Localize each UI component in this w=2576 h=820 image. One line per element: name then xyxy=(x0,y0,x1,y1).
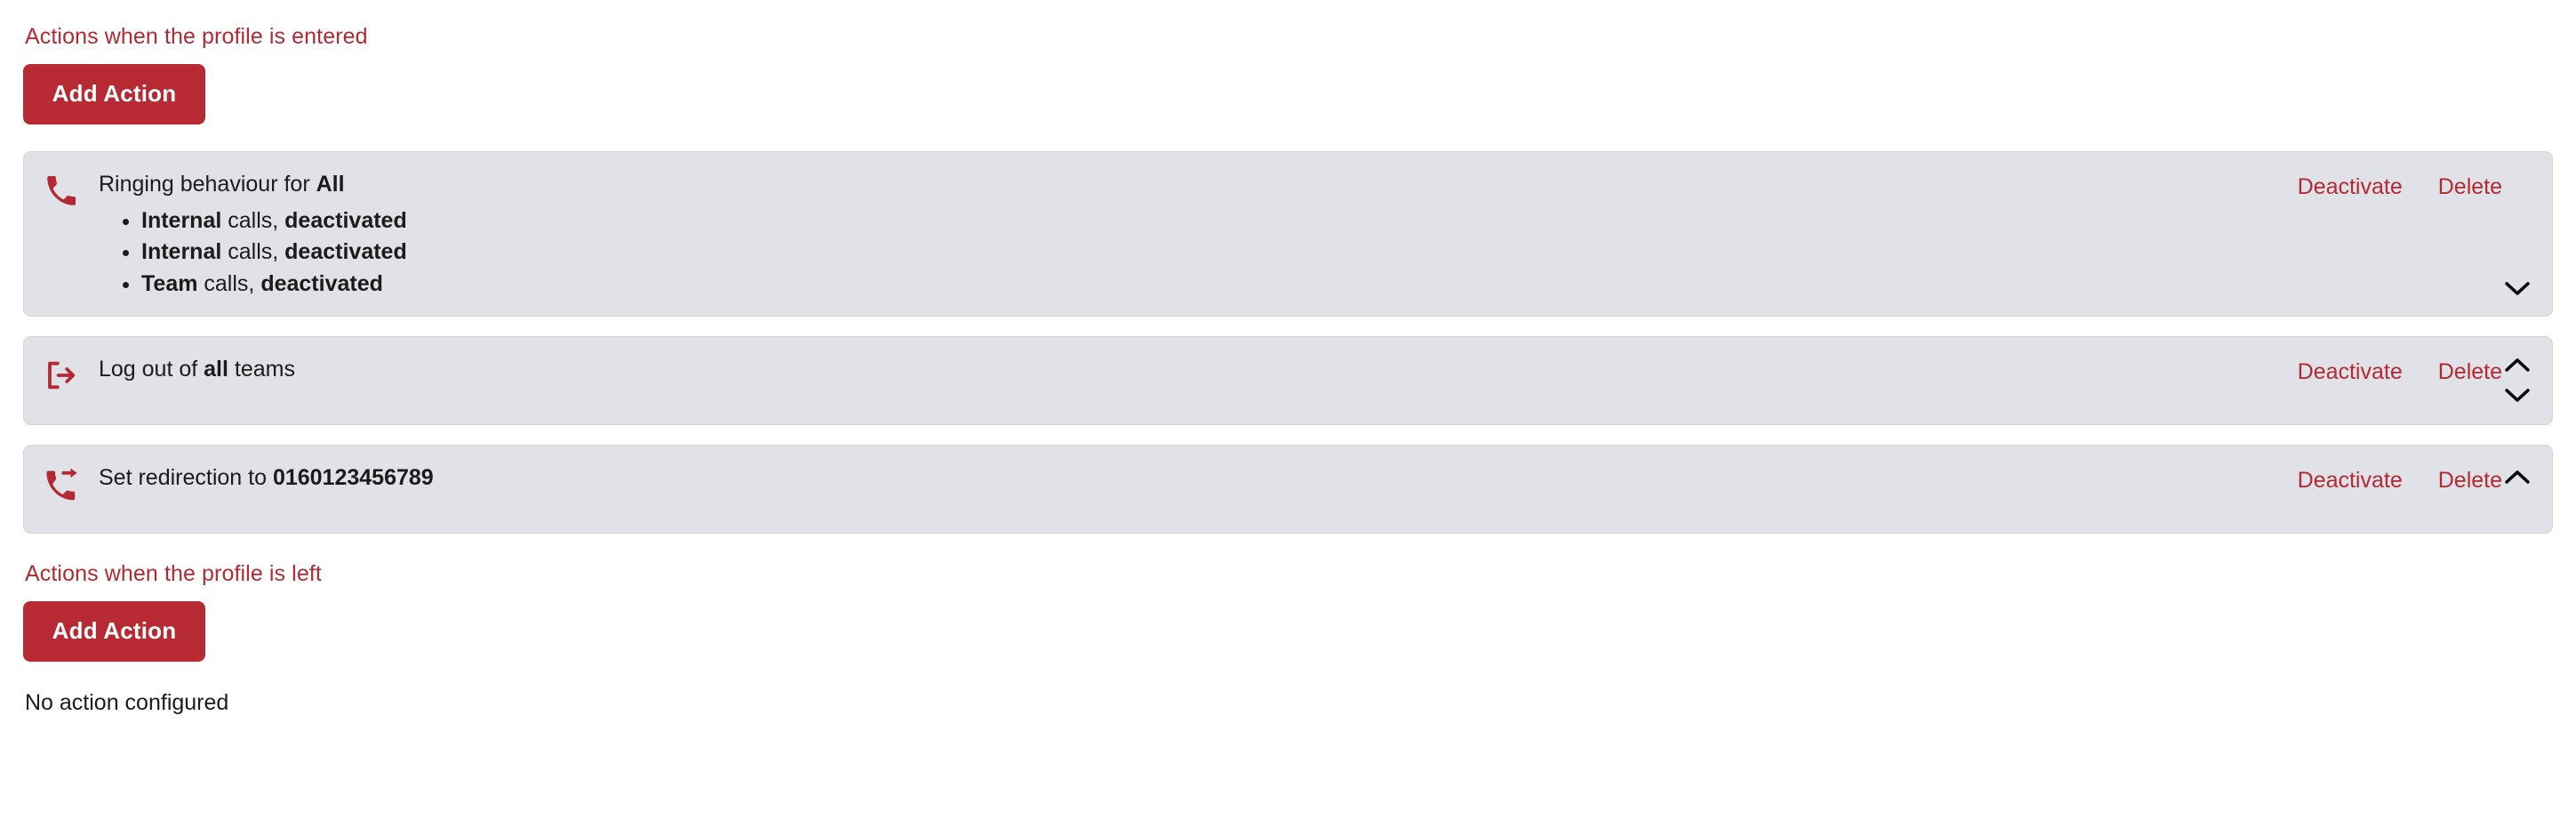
action-card-body: Set redirection to 0160123456789 xyxy=(99,462,2298,494)
no-action-configured-text: No action configured xyxy=(25,690,229,716)
sublist-strong-1: Team xyxy=(141,270,198,296)
action-card-reorder-controls xyxy=(2502,446,2532,533)
chevron-down-icon[interactable] xyxy=(2504,280,2531,298)
add-action-left-wrap: Add Action xyxy=(23,601,2553,663)
sublist-middle: calls, xyxy=(221,207,285,233)
sublist-strong-2: deactivated xyxy=(284,207,407,233)
action-title-strong: All xyxy=(316,172,345,197)
section-divider-space xyxy=(23,553,2553,560)
action-card-title: Set redirection to 0160123456789 xyxy=(99,463,2298,494)
action-card-title: Ringing behaviour for All xyxy=(99,170,2298,200)
action-title-strong: all xyxy=(204,357,228,382)
action-card-reorder-controls xyxy=(2502,152,2532,316)
sublist-strong-2: deactivated xyxy=(284,239,407,265)
delete-link[interactable]: Delete xyxy=(2438,467,2502,494)
action-card-title: Log out of all teams xyxy=(99,355,2298,385)
profile-actions-page: Actions when the profile is entered Add … xyxy=(0,0,2576,718)
action-title-prefix: Set redirection to xyxy=(99,465,273,491)
action-card-body: Ringing behaviour for All Internal calls… xyxy=(99,168,2298,300)
phone-icon xyxy=(44,173,83,207)
deactivate-link[interactable]: Deactivate xyxy=(2298,358,2403,385)
logout-icon xyxy=(44,358,83,392)
list-item: Team calls, deactivated xyxy=(141,269,2298,301)
sublist-strong-1: Internal xyxy=(141,239,222,265)
section-heading-entered: Actions when the profile is entered xyxy=(25,24,368,49)
action-card-controls: Deactivate Delete xyxy=(2298,168,2502,200)
action-title-prefix: Log out of xyxy=(99,357,204,382)
sublist-strong-1: Internal xyxy=(141,207,222,233)
action-card-list-entered: Ringing behaviour for All Internal calls… xyxy=(23,151,2553,535)
list-item: Internal calls, deactivated xyxy=(141,205,2298,237)
action-card-controls: Deactivate Delete xyxy=(2298,462,2502,494)
action-card[interactable]: Log out of all teams Deactivate Delete xyxy=(23,336,2553,426)
action-card[interactable]: Ringing behaviour for All Internal calls… xyxy=(23,151,2553,318)
chevron-up-icon[interactable] xyxy=(2504,357,2531,374)
deactivate-link[interactable]: Deactivate xyxy=(2298,467,2403,494)
action-title-strong: 0160123456789 xyxy=(272,465,434,491)
section-heading-left: Actions when the profile is left xyxy=(25,561,322,587)
section-actions-left: Actions when the profile is left Add Act… xyxy=(23,560,2553,718)
chevron-down-icon[interactable] xyxy=(2504,387,2531,405)
action-card-sublist: Internal calls, deactivated Internal cal… xyxy=(99,205,2298,301)
add-action-button-left[interactable]: Add Action xyxy=(23,601,205,663)
action-title-prefix: Ringing behaviour for xyxy=(99,172,316,197)
delete-link[interactable]: Delete xyxy=(2438,358,2502,385)
action-card-body: Log out of all teams xyxy=(99,353,2298,385)
sublist-strong-2: deactivated xyxy=(260,270,383,296)
action-card-reorder-controls xyxy=(2502,337,2532,424)
add-action-button-entered[interactable]: Add Action xyxy=(23,64,205,125)
action-card[interactable]: Set redirection to 0160123456789 Deactiv… xyxy=(23,445,2553,535)
action-title-suffix: teams xyxy=(228,357,295,382)
action-card-controls: Deactivate Delete xyxy=(2298,353,2502,385)
phone-forward-icon xyxy=(44,467,83,501)
sublist-middle: calls, xyxy=(221,239,285,265)
chevron-up-icon[interactable] xyxy=(2504,469,2531,486)
delete-link[interactable]: Delete xyxy=(2438,173,2502,200)
list-item: Internal calls, deactivated xyxy=(141,237,2298,269)
deactivate-link[interactable]: Deactivate xyxy=(2298,173,2403,200)
section-actions-entered: Actions when the profile is entered Add … xyxy=(23,23,2553,535)
sublist-middle: calls, xyxy=(197,270,261,296)
add-action-entered-wrap: Add Action xyxy=(23,64,2553,125)
